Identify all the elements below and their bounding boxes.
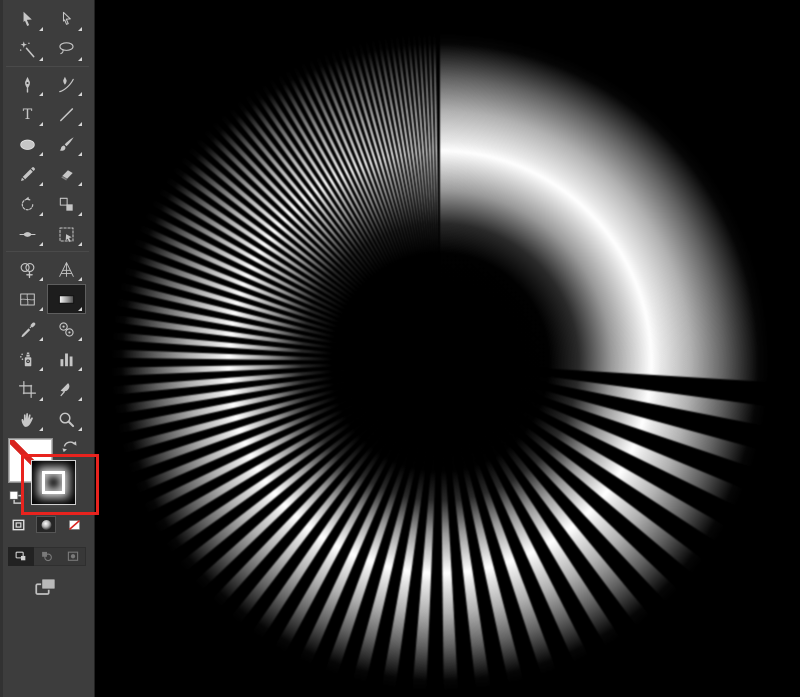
draw-inside-icon (66, 550, 80, 563)
eyedropper-icon (18, 320, 37, 339)
tool-magic-wand[interactable] (8, 34, 47, 64)
tool-eraser[interactable] (47, 159, 86, 189)
tool-direct-selection[interactable] (47, 4, 86, 34)
stroke-swatch-gradient[interactable] (31, 460, 76, 505)
tools-panel: T (0, 0, 95, 697)
tool-row (0, 404, 95, 434)
free-transform-icon (57, 225, 76, 244)
ellipse-icon (18, 135, 37, 154)
tool-row (0, 254, 95, 284)
zoom-icon (57, 410, 76, 429)
draw-behind-button[interactable] (34, 547, 60, 566)
tool-row (0, 4, 95, 34)
tool-row (0, 284, 95, 314)
default-fill-stroke-icon[interactable] (8, 490, 24, 505)
illustrator-window: T (0, 0, 800, 697)
tool-pen[interactable] (8, 69, 47, 99)
tool-lasso[interactable] (47, 34, 86, 64)
tool-line-segment[interactable] (47, 99, 86, 129)
tool-eyedropper[interactable] (8, 314, 47, 344)
tool-rotate[interactable] (8, 189, 47, 219)
fill-stroke-controls (0, 436, 95, 514)
lasso-icon (57, 40, 76, 59)
tool-slice[interactable] (47, 374, 86, 404)
eraser-icon (57, 165, 76, 184)
tool-shape-builder[interactable] (8, 254, 47, 284)
none-button[interactable] (64, 516, 84, 533)
color-button[interactable] (8, 516, 28, 533)
tool-width-tool[interactable] (8, 219, 47, 249)
gradient-stroke-preview (42, 471, 65, 494)
artwork-canvas[interactable] (95, 0, 800, 697)
tool-row (0, 129, 95, 159)
tool-row (0, 314, 95, 344)
tool-ellipse[interactable] (8, 129, 47, 159)
screen-mode-button[interactable] (30, 574, 62, 600)
tool-zoom[interactable] (47, 404, 86, 434)
tool-pencil[interactable] (8, 159, 47, 189)
direct-selection-icon (57, 10, 76, 29)
svg-text:T: T (23, 106, 33, 122)
draw-inside-button[interactable] (60, 547, 86, 566)
tool-curvature[interactable] (47, 69, 86, 99)
tool-blend[interactable] (47, 314, 86, 344)
symbol-sprayer-icon (18, 350, 37, 369)
tool-row: T (0, 99, 95, 129)
magic-wand-icon (18, 40, 37, 59)
tool-free-transform[interactable] (47, 219, 86, 249)
tool-type[interactable]: T (8, 99, 47, 129)
tool-perspective-grid[interactable] (47, 254, 86, 284)
draw-behind-icon (40, 550, 54, 563)
screen-mode-icon (30, 574, 62, 600)
tool-hand[interactable] (8, 404, 47, 434)
blend-icon (57, 320, 76, 339)
tool-row (0, 344, 95, 374)
drawing-mode-bar (8, 547, 86, 566)
tool-grid: T (0, 4, 95, 434)
gradient-icon (39, 518, 54, 532)
slice-icon (57, 380, 76, 399)
tool-mesh[interactable] (8, 284, 47, 314)
tool-row (0, 219, 95, 249)
color-icon (11, 518, 26, 532)
tool-row (0, 34, 95, 64)
tool-row (0, 374, 95, 404)
curvature-icon (57, 75, 76, 94)
tool-row (0, 159, 95, 189)
tool-row (0, 189, 95, 219)
pen-icon (18, 75, 37, 94)
draw-normal-button[interactable] (8, 547, 34, 566)
rotate-icon (18, 195, 37, 214)
tool-artboard[interactable] (8, 374, 47, 404)
shape-builder-icon (18, 260, 37, 279)
none-icon (67, 518, 82, 532)
mesh-icon (18, 290, 37, 309)
tool-gradient[interactable] (47, 284, 86, 314)
scale-icon (57, 195, 76, 214)
paint-type-buttons (8, 516, 84, 533)
perspective-grid-icon (57, 260, 76, 279)
tool-paintbrush[interactable] (47, 129, 86, 159)
hand-icon (18, 410, 37, 429)
pencil-icon (18, 165, 37, 184)
selection-icon (18, 10, 37, 29)
swap-fill-stroke-icon[interactable] (60, 436, 80, 452)
tool-symbol-sprayer[interactable] (8, 344, 47, 374)
tool-selection[interactable] (8, 4, 47, 34)
paintbrush-icon (57, 135, 76, 154)
artboard-icon (18, 380, 37, 399)
column-graph-icon (57, 350, 76, 369)
tool-scale[interactable] (47, 189, 86, 219)
type-icon: T (18, 105, 37, 124)
line-segment-icon (57, 105, 76, 124)
tool-row (0, 69, 95, 99)
draw-normal-icon (14, 550, 28, 563)
tool-column-graph[interactable] (47, 344, 86, 374)
width-tool-icon (18, 225, 37, 244)
gradient-button[interactable] (36, 516, 56, 533)
gradient-icon (57, 290, 76, 309)
